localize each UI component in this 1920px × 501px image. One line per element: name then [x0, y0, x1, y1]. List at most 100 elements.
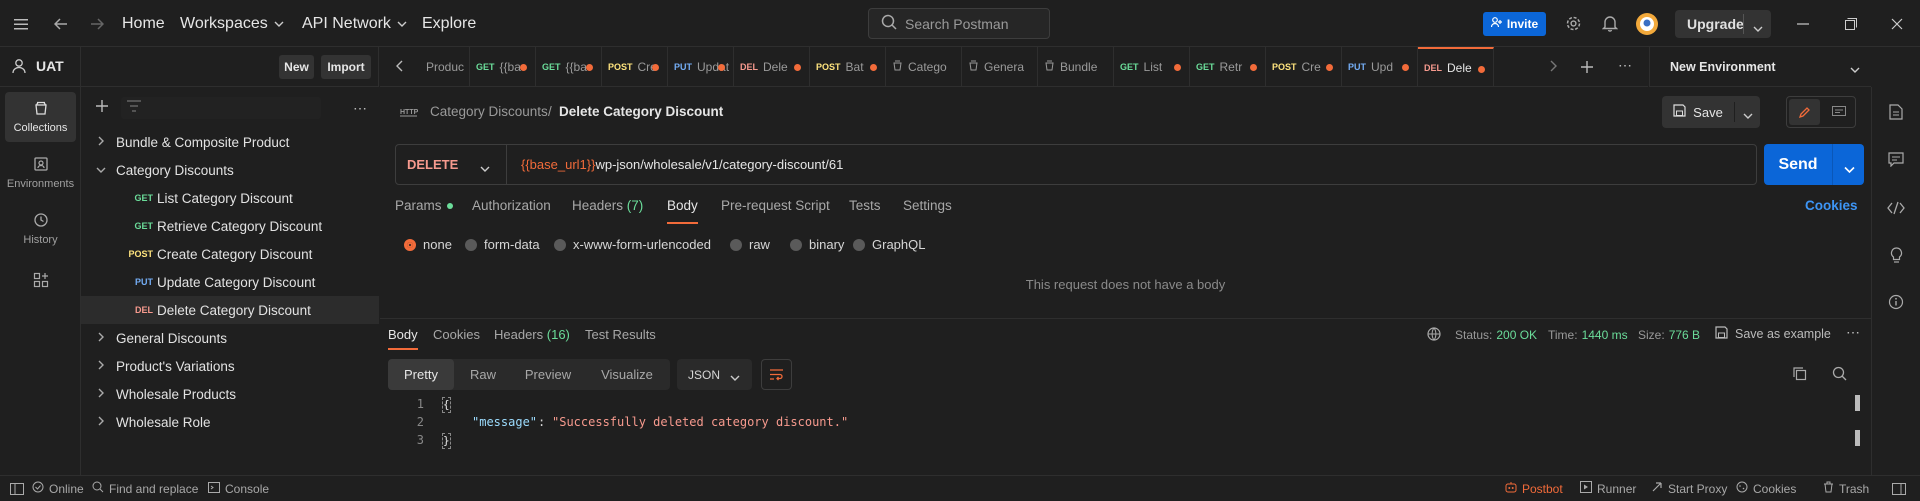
menu-icon[interactable] — [14, 0, 30, 47]
response-tab-test-results[interactable]: Test Results — [585, 327, 656, 342]
response-tab-headers[interactable]: Headers (16) — [494, 327, 570, 342]
method-select[interactable]: DELETE — [396, 145, 507, 184]
scrollbar-marker[interactable] — [1855, 395, 1860, 411]
request-tab[interactable]: Genera — [962, 47, 1038, 86]
radio-circle[interactable] — [790, 238, 802, 251]
api-network-menu[interactable]: API Network — [302, 0, 407, 47]
breadcrumb-parent[interactable]: Category Discounts — [430, 104, 548, 119]
folder-item[interactable]: Wholesale Role — [81, 408, 379, 436]
more-options-icon[interactable]: ⋯ — [353, 100, 368, 117]
chevron-down-icon[interactable] — [91, 163, 111, 177]
cookies-button[interactable]: Cookies — [1736, 476, 1796, 501]
runner-button[interactable]: Runner — [1580, 476, 1636, 501]
rail-collections[interactable]: Collections — [5, 92, 76, 142]
radio-circle[interactable] — [853, 238, 865, 251]
lightbulb-icon[interactable] — [1889, 247, 1904, 267]
notifications-bell-icon[interactable] — [1602, 0, 1618, 47]
tabs-scroll-left-icon[interactable] — [395, 60, 403, 75]
chevron-down-icon[interactable] — [1753, 20, 1763, 36]
new-button[interactable]: New — [279, 55, 314, 79]
tab-settings[interactable]: Settings — [903, 198, 952, 213]
request-item[interactable]: PUT Update Category Discount — [81, 268, 379, 296]
request-tab[interactable]: Produc — [420, 47, 470, 86]
response-view-pretty[interactable]: Pretty — [388, 359, 454, 390]
request-tab[interactable]: POST Cre — [1266, 47, 1342, 86]
scrollbar-marker[interactable] — [1855, 430, 1860, 446]
url-input[interactable]: {{base_url1}} wp-json/wholesale/v1/categ… — [521, 145, 843, 184]
info-icon[interactable] — [1888, 294, 1904, 313]
folder-item[interactable]: Category Discounts — [81, 156, 379, 184]
environment-selector[interactable]: New Environment — [1649, 47, 1871, 87]
console-button[interactable]: Console — [208, 476, 269, 501]
request-tab[interactable]: POST Cre — [602, 47, 668, 86]
size-value[interactable]: 776 B — [1669, 328, 1700, 342]
save-options-chevron-icon[interactable] — [1743, 108, 1753, 123]
start-proxy-button[interactable]: Start Proxy — [1651, 476, 1727, 501]
folder-item[interactable]: Bundle & Composite Product — [81, 128, 379, 156]
minimize-icon[interactable] — [1797, 0, 1809, 47]
trash-button[interactable]: Trash — [1823, 476, 1869, 501]
body-type-option[interactable]: form-data — [465, 237, 540, 252]
import-button[interactable]: Import — [321, 55, 371, 79]
radio-circle[interactable] — [554, 238, 566, 251]
network-globe-icon[interactable] — [1427, 327, 1443, 345]
configure-sidebar-icon[interactable] — [5, 265, 76, 295]
radio-circle[interactable] — [730, 238, 742, 251]
request-item[interactable]: GET Retrieve Category Discount — [81, 212, 379, 240]
chevron-right-icon[interactable] — [91, 415, 111, 429]
search-input[interactable]: Search Postman — [868, 8, 1050, 39]
upgrade-button[interactable]: Upgrade — [1675, 10, 1771, 38]
folder-item[interactable]: Wholesale Products — [81, 380, 379, 408]
response-more-icon[interactable]: ⋯ — [1846, 324, 1860, 341]
explore-link[interactable]: Explore — [422, 0, 476, 47]
folder-item[interactable]: General Discounts — [81, 324, 379, 352]
request-item[interactable]: POST Create Category Discount — [81, 240, 379, 268]
copy-icon[interactable] — [1792, 366, 1807, 384]
tabs-scroll-right-icon[interactable] — [1550, 60, 1558, 75]
find-replace-button[interactable]: Find and replace — [92, 476, 198, 501]
tab-headers[interactable]: Headers (7) — [572, 198, 643, 213]
wrap-lines-icon[interactable] — [761, 359, 792, 390]
radio-circle[interactable] — [465, 238, 477, 251]
chevron-right-icon[interactable] — [91, 387, 111, 401]
body-type-option[interactable]: none — [404, 237, 452, 252]
request-tab[interactable]: DEL Dele — [1418, 47, 1494, 86]
workspaces-menu[interactable]: Workspaces — [180, 0, 284, 47]
request-tab[interactable]: Bundle — [1038, 47, 1114, 86]
request-title[interactable]: Delete Category Discount — [559, 104, 723, 119]
request-tab[interactable]: DEL Dele — [734, 47, 810, 86]
send-button[interactable]: Send — [1764, 144, 1832, 185]
layout-toggle-icon[interactable] — [1892, 476, 1906, 501]
request-tab[interactable]: Catego — [886, 47, 962, 86]
back-arrow-icon[interactable] — [54, 0, 68, 47]
rail-history[interactable]: History — [5, 204, 76, 254]
request-tab[interactable]: GET List — [1114, 47, 1190, 86]
chevron-right-icon[interactable] — [91, 359, 111, 373]
save-as-example-button[interactable]: Save as example — [1715, 326, 1831, 342]
response-tab-cookies[interactable]: Cookies — [433, 327, 480, 342]
response-view-preview[interactable]: Preview — [512, 359, 584, 390]
body-type-option[interactable]: GraphQL — [853, 237, 925, 252]
body-type-option[interactable]: x-www-form-urlencoded — [554, 237, 711, 252]
documentation-icon[interactable] — [1889, 104, 1903, 123]
response-view-raw[interactable]: Raw — [454, 359, 512, 390]
settings-gear-icon[interactable] — [1565, 0, 1582, 47]
request-tab[interactable]: POST Bat — [810, 47, 886, 86]
tabs-more-icon[interactable]: ⋯ — [1618, 57, 1632, 74]
save-button[interactable]: Save — [1662, 96, 1734, 128]
code-icon[interactable] — [1887, 201, 1905, 218]
add-icon[interactable] — [95, 99, 109, 116]
tab-prerequest-script[interactable]: Pre-request Script — [721, 198, 830, 213]
tab-params[interactable]: Params — [395, 198, 453, 213]
close-icon[interactable] — [1891, 0, 1903, 47]
request-tab[interactable]: GET {{ba — [470, 47, 536, 86]
comment-mode-icon[interactable] — [1823, 99, 1854, 125]
request-item[interactable]: GET List Category Discount — [81, 184, 379, 212]
cookies-link[interactable]: Cookies — [1805, 198, 1858, 213]
edit-mode-pencil-icon[interactable] — [1789, 99, 1820, 125]
response-view-visualize[interactable]: Visualize — [584, 359, 670, 390]
new-tab-icon[interactable] — [1580, 60, 1594, 77]
time-value[interactable]: 1440 ms — [1582, 328, 1628, 342]
request-item[interactable]: DEL Delete Category Discount — [81, 296, 379, 324]
request-tab[interactable]: PUT Upd — [1342, 47, 1418, 86]
